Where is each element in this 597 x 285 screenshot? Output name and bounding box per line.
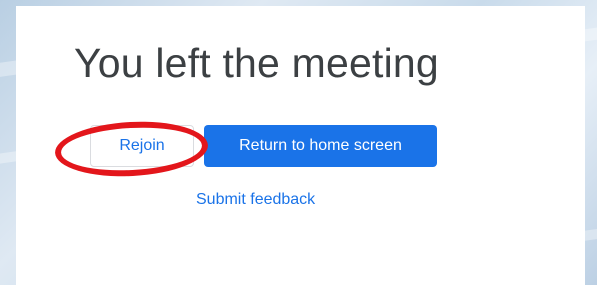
meeting-left-card: You left the meeting Rejoin Return to ho… bbox=[16, 6, 585, 285]
rejoin-button[interactable]: Rejoin bbox=[90, 125, 194, 167]
submit-feedback-link[interactable]: Submit feedback bbox=[196, 191, 315, 209]
return-home-button[interactable]: Return to home screen bbox=[204, 125, 437, 167]
page-title: You left the meeting bbox=[74, 40, 439, 86]
